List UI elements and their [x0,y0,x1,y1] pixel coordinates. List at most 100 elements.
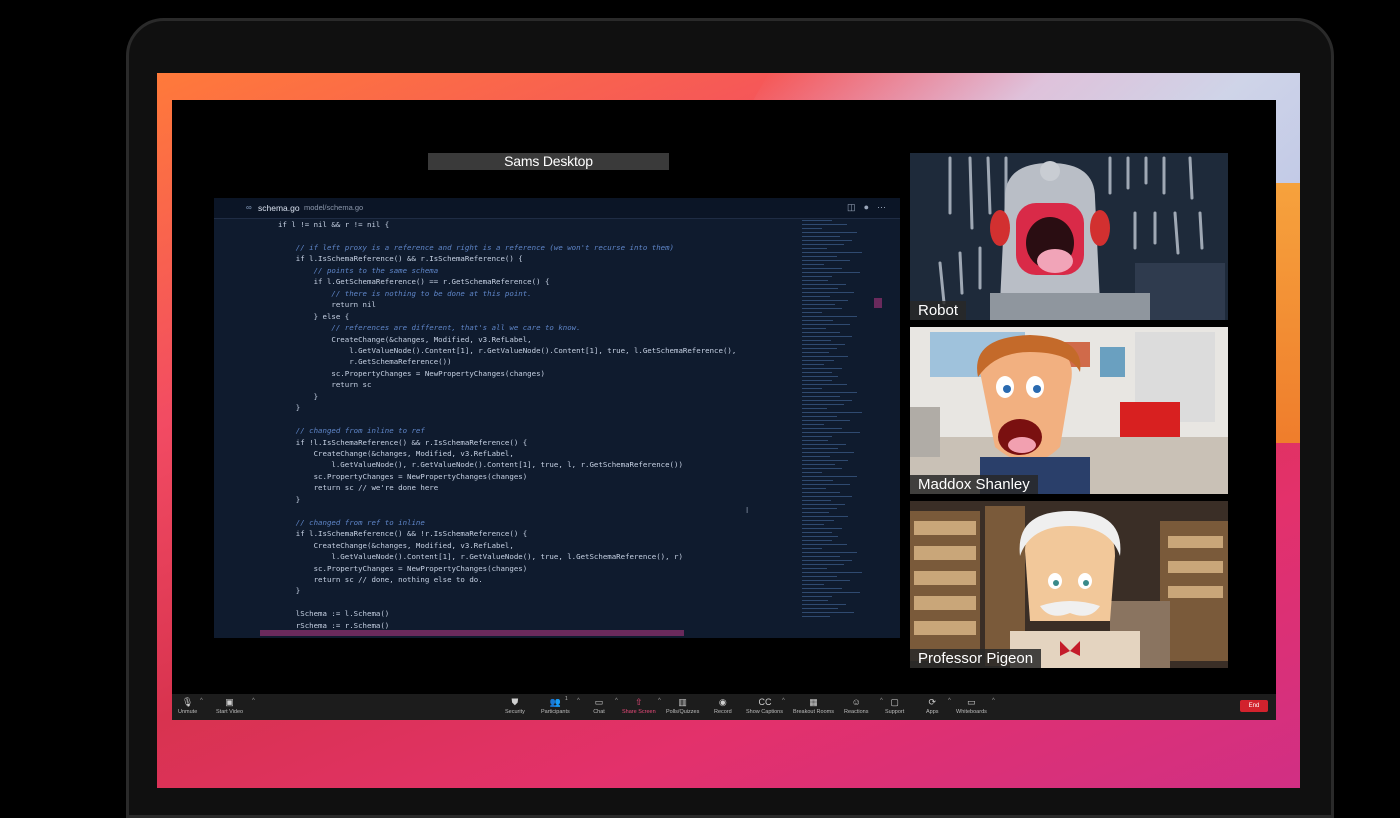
minimap-line [802,312,822,313]
code-line[interactable]: // references are different, that's all … [278,323,580,334]
code-line[interactable]: } else { [278,312,350,323]
toolbar-apps-button[interactable]: ⟳ Apps [926,697,939,715]
code-line[interactable]: if l.IsSchemaReference() && r.IsSchemaRe… [278,254,523,265]
minimap-line [802,464,835,465]
chevron-up-icon[interactable]: ^ [252,698,255,704]
code-line[interactable]: if !l.IsSchemaReference() && r.IsSchemaR… [278,438,527,449]
share-screen-icon: ⇧ [635,697,643,707]
toolbar-security-button[interactable]: ⛊ Security [505,697,525,715]
minimap-line [802,284,846,285]
code-line[interactable]: // there is nothing to be done at this p… [278,289,531,300]
toolbar-unmute-button[interactable]: 🎙 Unmute [178,697,197,715]
unsaved-dot-icon[interactable]: ● [864,202,869,213]
editor-tab-actions: ◫ ● ⋯ [847,202,886,213]
minimap-line [802,220,832,221]
toolbar-polls-quizzes-button[interactable]: ▥ Polls/Quizzes [666,697,699,715]
code-line[interactable]: CreateChange(&changes, Modified, v3.RefL… [278,449,514,460]
chevron-up-icon[interactable]: ^ [615,698,618,704]
code-line[interactable]: // changed from ref to inline [278,518,425,529]
chevron-up-icon[interactable]: ^ [577,698,580,704]
minimap-line [802,412,862,413]
code-line[interactable]: sc.PropertyChanges = NewPropertyChanges(… [278,369,545,380]
code-line[interactable]: lSchema := l.Schema() [278,609,389,620]
minimap[interactable] [802,220,872,638]
chevron-up-icon[interactable]: ^ [880,698,883,704]
minimap-line [802,428,842,429]
maddox-shanley-video [910,327,1228,494]
editor-tab-name[interactable]: schema.go [258,203,300,213]
minimap-line [802,604,846,605]
minimap-scroll-indicator[interactable] [874,298,882,308]
minimap-line [802,376,838,377]
minimap-line [802,488,826,489]
participants-icon: 👥 [549,697,561,707]
minimap-line [802,248,827,249]
code-line[interactable]: sc.PropertyChanges = NewPropertyChanges(… [278,564,528,575]
code-line[interactable]: } [278,392,318,403]
toolbar-share-screen-button[interactable]: ⇧ Share Screen [622,697,656,715]
code-line[interactable]: if l != nil && r != nil { [278,220,389,231]
minimap-line [802,388,822,389]
code-line[interactable]: if l.GetSchemaReference() == r.GetSchema… [278,277,550,288]
minimap-line [802,508,837,509]
end-meeting-button[interactable]: End [1240,700,1268,712]
toolbar-record-button[interactable]: ◉ Record [714,697,732,715]
split-editor-icon[interactable]: ◫ [847,202,856,213]
apps-icon: ⟳ [928,697,937,707]
participant-tile-professor-pigeon[interactable]: Professor Pigeon [910,501,1228,668]
text-cursor-icon: I [746,506,749,515]
code-line[interactable]: l.GetValueNode().Content[1], r.GetValueN… [278,346,736,357]
code-line[interactable]: l.GetValueNode(), r.GetValueNode().Conte… [278,460,683,471]
minimap-line [802,420,850,421]
toolbar-start-video-button[interactable]: ▣ Start Video [216,697,243,715]
code-line[interactable]: // changed from inline to ref [278,426,425,437]
minimap-line [802,240,852,241]
code-line[interactable]: if l.IsSchemaReference() && !r.IsSchemaR… [278,529,527,540]
toolbar-breakout-rooms-button[interactable]: ▦ Breakout Rooms [793,697,834,715]
code-line[interactable]: CreateChange(&changes, Modified, v3.RefL… [278,335,531,346]
code-area[interactable]: if l != nil && r != nil { // if left pro… [236,220,796,630]
code-line[interactable]: // points to the same schema [278,266,439,277]
chevron-up-icon[interactable]: ^ [992,698,995,704]
code-line[interactable]: return sc // we're done here [278,483,439,494]
code-line[interactable]: sc.PropertyChanges = NewPropertyChanges(… [278,472,528,483]
code-line[interactable]: CreateChange(&changes, Modified, v3.RefL… [278,541,514,552]
chevron-up-icon[interactable]: ^ [782,698,785,704]
minimap-line [802,260,850,261]
code-line[interactable]: } [278,495,300,506]
code-line[interactable]: // if left proxy is a reference and righ… [278,243,674,254]
minimap-line [802,264,824,265]
toolbar-label: Participants [541,709,570,715]
toolbar-reactions-button[interactable]: ☺ Reactions [844,697,868,715]
chevron-up-icon[interactable]: ^ [658,698,661,704]
minimap-line [802,540,832,541]
minimap-line [802,408,827,409]
toolbar-label: Breakout Rooms [793,709,834,715]
whiteboard-icon: ▭ [967,697,976,707]
participant-tile-maddox-shanley[interactable]: Maddox Shanley [910,327,1228,494]
toolbar-support-button[interactable]: ▢ Support [885,697,904,715]
toolbar-show-captions-button[interactable]: CC Show Captions [746,697,783,715]
toolbar-chat-button[interactable]: ▭ Chat [593,697,605,715]
minimap-line [802,588,842,589]
minimap-line [802,560,852,561]
code-line[interactable]: return nil [278,300,376,311]
more-actions-icon[interactable]: ⋯ [877,202,886,213]
minimap-line [802,612,854,613]
code-line[interactable]: return sc // done, nothing else to do. [278,575,483,586]
minimap-line [802,256,837,257]
participant-tile-robot[interactable]: Robot [910,153,1228,320]
minimap-line [802,536,838,537]
code-line[interactable]: l.GetValueNode().Content[1], r.GetValueN… [278,552,683,563]
minimap-line [802,436,832,437]
code-line[interactable]: } [278,403,300,414]
code-line[interactable]: return sc [278,380,371,391]
minimap-line [802,608,838,609]
minimap-line [802,252,862,253]
code-line[interactable]: r.GetSchemaReference()) [278,357,451,368]
code-line[interactable]: } [278,586,300,597]
toolbar-whiteboards-button[interactable]: ▭ Whiteboards [956,697,987,715]
chevron-up-icon[interactable]: ^ [948,698,951,704]
chevron-up-icon[interactable]: ^ [200,698,203,704]
minimap-line [802,224,847,225]
